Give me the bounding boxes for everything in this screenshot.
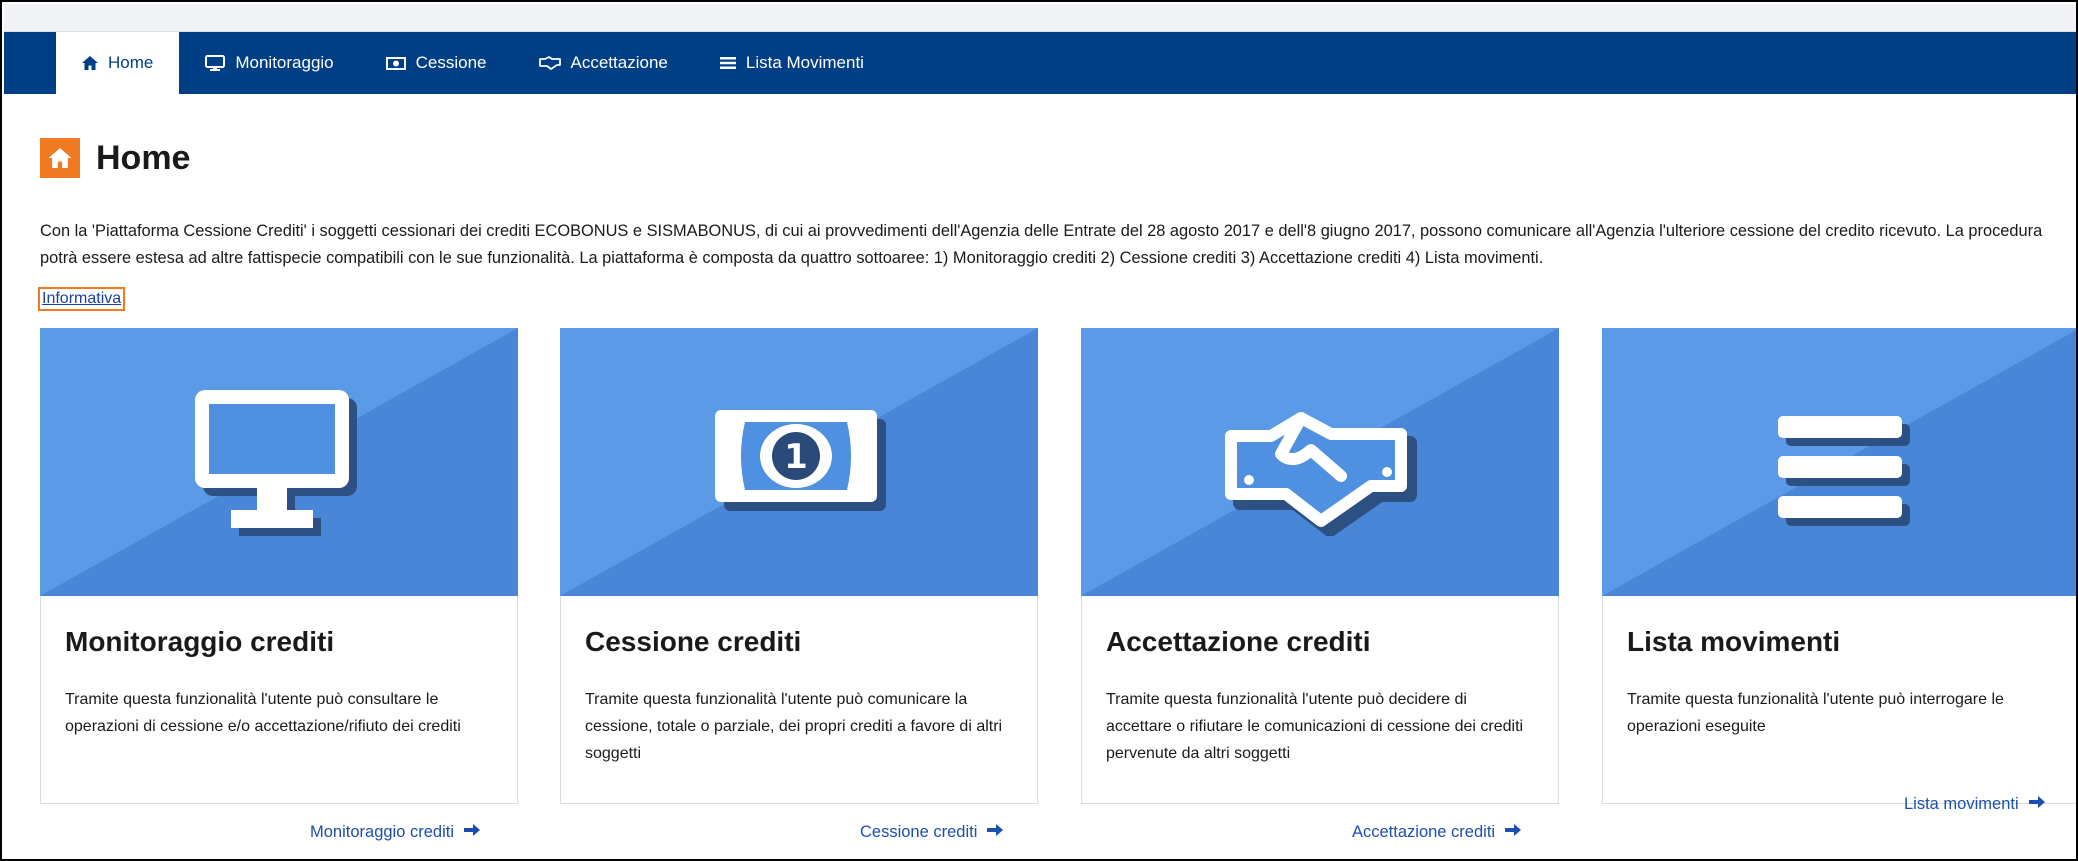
card-description: Tramite questa funzionalità l'utente può… bbox=[1627, 691, 2004, 735]
nav-item-home[interactable]: Home bbox=[56, 32, 180, 94]
nav-item-label: Monitoraggio bbox=[235, 53, 334, 72]
card-body: Monitoraggio crediti Tramite questa funz… bbox=[40, 596, 518, 804]
monitor-icon bbox=[205, 55, 226, 71]
link-label: Accettazione crediti bbox=[1352, 823, 1496, 841]
card-title: Accettazione crediti bbox=[1106, 626, 1371, 657]
card-monitoraggio[interactable]: Monitoraggio crediti Tramite questa funz… bbox=[40, 328, 518, 804]
intro-text: Con la 'Piattaforma Cessione Crediti' i … bbox=[40, 222, 2043, 267]
card-cessione[interactable]: 1 Cessione crediti Tramite questa funzio… bbox=[560, 328, 1038, 804]
card-hero bbox=[1081, 328, 1559, 596]
nav-item-cessione[interactable]: Cessione bbox=[360, 32, 513, 94]
lista-movimenti-link[interactable]: Lista movimenti bbox=[1904, 795, 2052, 814]
app-frame: Home Monitoraggio Cessione Accettazione … bbox=[0, 0, 2078, 861]
nav-item-label: Accettazione bbox=[570, 53, 668, 72]
arrow-right-icon bbox=[987, 823, 1004, 842]
home-icon bbox=[40, 138, 80, 178]
arrow-right-icon bbox=[2028, 795, 2045, 814]
card-title: Cessione crediti bbox=[585, 626, 802, 657]
svg-text:1: 1 bbox=[784, 437, 808, 477]
nav-item-accettazione[interactable]: Accettazione bbox=[513, 32, 694, 94]
money-icon bbox=[385, 56, 406, 70]
card-title: Lista movimenti bbox=[1627, 626, 1841, 657]
card-description: Tramite questa funzionalità l'utente può… bbox=[65, 691, 461, 735]
arrow-right-icon bbox=[1505, 823, 1522, 842]
top-strip bbox=[4, 4, 2076, 32]
card-description: Tramite questa funzionalità l'utente può… bbox=[585, 691, 1003, 762]
link-label: Monitoraggio crediti bbox=[310, 823, 454, 841]
nav-item-lista-movimenti[interactable]: Lista Movimenti bbox=[694, 32, 890, 94]
main-navbar: Home Monitoraggio Cessione Accettazione … bbox=[4, 32, 2076, 94]
money-icon: 1 bbox=[715, 410, 895, 525]
monitor-icon bbox=[195, 390, 365, 555]
card-accettazione[interactable]: Accettazione crediti Tramite questa funz… bbox=[1081, 328, 1559, 804]
handshake-icon bbox=[1221, 406, 1421, 541]
card-body: Cessione crediti Tramite questa funziona… bbox=[560, 596, 1038, 804]
card-body: Lista movimenti Tramite questa funzional… bbox=[1602, 596, 2076, 804]
list-icon bbox=[719, 56, 736, 70]
list-icon bbox=[1778, 416, 1918, 541]
handshake-icon bbox=[538, 56, 561, 70]
nav-item-monitoraggio[interactable]: Monitoraggio bbox=[179, 32, 359, 94]
card-title: Monitoraggio crediti bbox=[65, 626, 335, 657]
card-hero: 1 bbox=[560, 328, 1038, 596]
card-hero bbox=[1602, 328, 2076, 596]
nav-item-label: Cessione bbox=[415, 53, 487, 72]
link-label: Lista movimenti bbox=[1904, 795, 2019, 813]
informativa-link[interactable]: Informativa bbox=[38, 287, 126, 311]
home-icon bbox=[82, 56, 98, 70]
card-lista-movimenti[interactable]: Lista movimenti Tramite questa funzional… bbox=[1602, 328, 2076, 804]
link-label: Cessione crediti bbox=[860, 823, 978, 841]
card-description: Tramite questa funzionalità l'utente può… bbox=[1106, 691, 1524, 762]
nav-item-label: Home bbox=[108, 53, 154, 72]
card-body: Accettazione crediti Tramite questa funz… bbox=[1081, 596, 1559, 804]
page-header: Home bbox=[40, 138, 190, 178]
page-title: Home bbox=[96, 138, 191, 177]
arrow-right-icon bbox=[464, 823, 480, 842]
card-hero bbox=[40, 328, 518, 596]
accettazione-crediti-link[interactable]: Accettazione crediti bbox=[1352, 823, 2052, 842]
nav-item-label: Lista Movimenti bbox=[745, 53, 864, 72]
